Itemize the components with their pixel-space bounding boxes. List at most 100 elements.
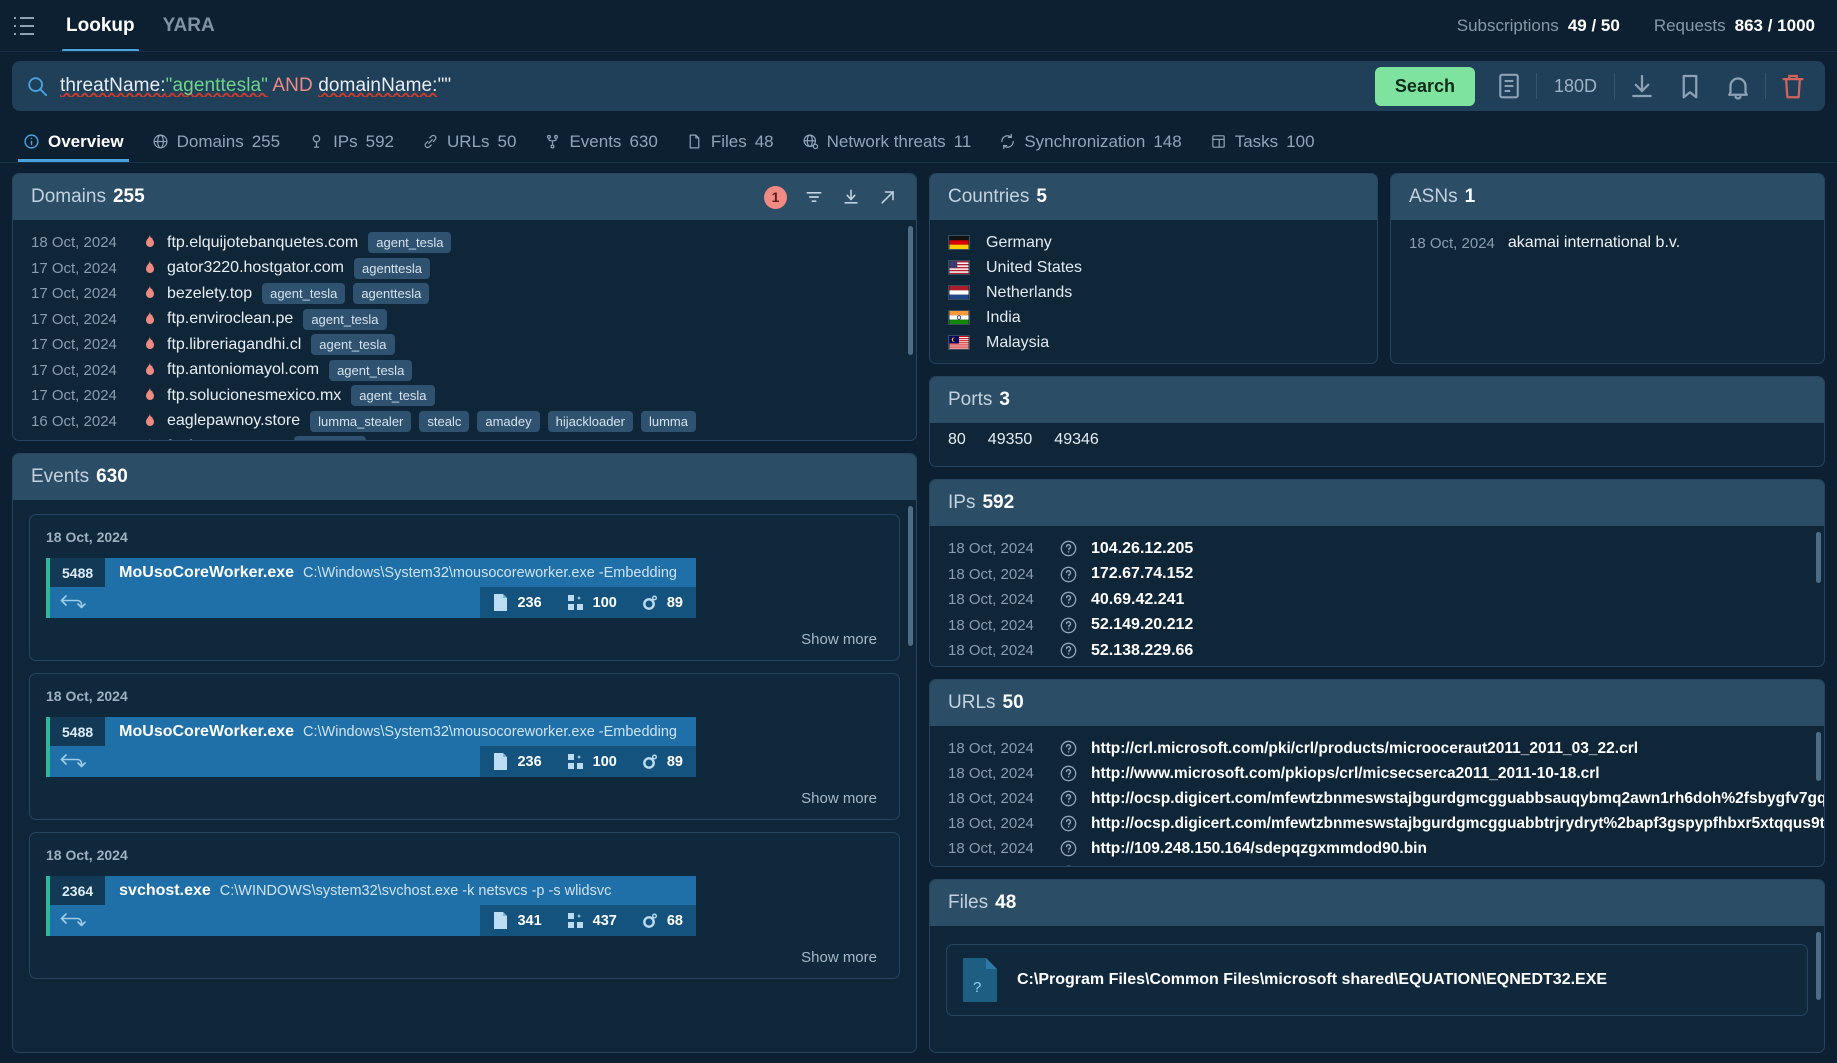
tab-overview[interactable]: Overview (10, 121, 137, 162)
bell-icon[interactable] (1723, 71, 1753, 101)
url-row[interactable]: 18 Oct, 2024 http://crl.microsoft.com/pk… (930, 736, 1824, 761)
url-row[interactable]: 18 Oct, 2024 http://ocsp.digicert.com/mf… (930, 811, 1824, 836)
search-bar[interactable]: threatName:"agenttesla" AND domainName:"… (12, 61, 1825, 111)
ip-value[interactable]: 104.26.12.205 (1091, 540, 1193, 558)
trash-icon[interactable] (1778, 71, 1808, 101)
asns-list[interactable]: 18 Oct, 2024 akamai international b.v. (1391, 220, 1824, 363)
ip-value[interactable]: 52.138.229.66 (1091, 642, 1193, 660)
domains-scrollbar[interactable] (908, 226, 913, 434)
url-row[interactable]: 18 Oct, 2024 http://ocsp.digicert.com/mf… (930, 786, 1824, 811)
domains-list[interactable]: 18 Oct, 2024 ftp.elquijotebanquetes.com … (13, 220, 916, 440)
domain-row[interactable]: 16 Oct, 2024 eaglepawnoy.store lumma_ste… (13, 409, 916, 435)
threat-tag[interactable]: agent_tesla (262, 283, 345, 304)
ip-value[interactable]: 52.149.20.212 (1091, 616, 1193, 634)
bookmark-icon[interactable] (1675, 71, 1705, 101)
threat-tag[interactable]: agent_tesla (329, 360, 412, 381)
domain-row[interactable]: 17 Oct, 2024 ftp.antoniomayol.com agent_… (13, 358, 916, 384)
url-row[interactable]: 18 Oct, 2024 http://www.microsoft.com/pk… (930, 861, 1824, 866)
threat-tag[interactable]: agent_tesla (311, 334, 394, 355)
threat-tag[interactable]: agent_tesla (351, 385, 434, 406)
countries-list[interactable]: Germany United States Netherlands India … (930, 220, 1377, 363)
ip-row[interactable]: 18 Oct, 2024 40.126.32.140 (930, 664, 1824, 667)
tab-lookup[interactable]: Lookup (52, 0, 149, 52)
show-more-button[interactable]: Show more (46, 618, 883, 650)
tab-domains[interactable]: Domains 255 (139, 121, 293, 162)
search-query[interactable]: threatName:"agenttesla" AND domainName:"… (60, 75, 1375, 97)
domain-row[interactable]: 17 Oct, 2024 ftp.libreriagandhi.cl agent… (13, 332, 916, 358)
download-icon[interactable] (1627, 71, 1657, 101)
url-value[interactable]: http://109.248.150.164/sdepqzgxmmdod90.b… (1091, 840, 1427, 858)
domain-row[interactable]: 17 Oct, 2024 ftp.enviroclean.pe agent_te… (13, 307, 916, 333)
url-value[interactable]: http://ocsp.digicert.com/mfewtzbnmeswsta… (1091, 790, 1824, 808)
threat-tag[interactable]: agent_tesla (368, 232, 451, 253)
download-icon[interactable] (841, 187, 861, 207)
events-list[interactable]: 18 Oct, 2024 5488 MoUsoCoreWorker.exe C:… (13, 500, 916, 1052)
url-value[interactable]: http://crl.microsoft.com/pki/crl/product… (1091, 740, 1638, 758)
domain-name[interactable]: bezelety.top (167, 285, 252, 303)
search-button[interactable]: Search (1375, 67, 1475, 106)
files-scrollbar[interactable] (1816, 932, 1821, 1046)
threat-tag[interactable]: amadey (477, 411, 539, 432)
domain-name[interactable]: ftp.antoniomayol.com (167, 361, 319, 379)
port-value[interactable]: 49350 (988, 431, 1033, 449)
domain-row[interactable]: 17 Oct, 2024 bezelety.top agent_teslaage… (13, 281, 916, 307)
period-selector[interactable]: 180D (1540, 76, 1611, 97)
threat-tag[interactable]: lumma (641, 411, 696, 432)
domain-name[interactable]: eaglepawnoy.store (167, 412, 300, 430)
show-more-button[interactable]: Show more (46, 936, 883, 968)
url-row[interactable]: 18 Oct, 2024 http://109.248.150.164/sdep… (930, 836, 1824, 861)
tab-network-threats[interactable]: Network threats 11 (789, 121, 985, 162)
domain-name[interactable]: ftp.libreriagandhi.cl (167, 336, 301, 354)
domain-row[interactable]: 18 Oct, 2024 ftp.elquijotebanquetes.com … (13, 230, 916, 256)
domain-name[interactable]: ftp.solucionesmexico.mx (167, 387, 341, 405)
domain-row[interactable]: 17 Oct, 2024 ftp.solucionesmexico.mx age… (13, 383, 916, 409)
threat-tag[interactable]: hijackloader (548, 411, 633, 432)
event-card[interactable]: 18 Oct, 2024 2364 svchost.exe C:\WINDOWS… (29, 832, 900, 979)
country-row[interactable]: India (930, 305, 1377, 330)
ip-value[interactable]: 40.69.42.241 (1091, 591, 1184, 609)
asn-name[interactable]: akamai international b.v. (1508, 234, 1680, 252)
url-value[interactable]: http://www.microsoft.com/pkiops/crl/micr… (1091, 865, 1824, 867)
filter-icon[interactable] (804, 187, 824, 207)
domain-row[interactable]: 16 Oct, 2024 fgainterests.com teslacrypt (13, 434, 916, 440)
tab-files[interactable]: Files 48 (673, 121, 787, 162)
event-process-block[interactable]: 5488 MoUsoCoreWorker.exe C:\Windows\Syst… (46, 558, 696, 618)
url-value[interactable]: http://ocsp.digicert.com/mfewtzbnmeswsta… (1091, 815, 1824, 833)
ip-value[interactable]: 172.67.74.152 (1091, 565, 1193, 583)
domain-name[interactable]: ftp.elquijotebanquetes.com (167, 234, 358, 252)
port-value[interactable]: 80 (948, 431, 966, 449)
threat-tag[interactable]: agenttesla (354, 258, 430, 279)
ip-row[interactable]: 18 Oct, 2024 172.67.74.152 (930, 562, 1824, 588)
country-row[interactable]: Germany (930, 230, 1377, 255)
files-list[interactable]: ? C:\Program Files\Common Files\microsof… (930, 926, 1824, 1052)
domain-row[interactable]: 17 Oct, 2024 gator3220.hostgator.com age… (13, 256, 916, 282)
country-row[interactable]: United States (930, 255, 1377, 280)
url-row[interactable]: 18 Oct, 2024 http://www.microsoft.com/pk… (930, 761, 1824, 786)
external-link-icon[interactable] (878, 187, 898, 207)
country-row[interactable]: Malaysia (930, 330, 1377, 355)
domain-name[interactable]: gator3220.hostgator.com (167, 259, 344, 277)
ports-list[interactable]: 804935049346 (930, 423, 1824, 466)
ip-row[interactable]: 18 Oct, 2024 52.138.229.66 (930, 638, 1824, 664)
urls-list[interactable]: 18 Oct, 2024 http://crl.microsoft.com/pk… (930, 726, 1824, 866)
file-row[interactable]: ? C:\Program Files\Common Files\microsof… (946, 944, 1808, 1016)
tab-events[interactable]: Events 630 (531, 121, 670, 162)
threat-tag[interactable]: agent_tesla (303, 309, 386, 330)
asn-row[interactable]: 18 Oct, 2024 akamai international b.v. (1391, 230, 1824, 256)
show-more-button[interactable]: Show more (46, 777, 883, 809)
domain-name[interactable]: ftp.enviroclean.pe (167, 310, 293, 328)
event-process-block[interactable]: 5488 MoUsoCoreWorker.exe C:\Windows\Syst… (46, 717, 696, 777)
country-row[interactable]: Netherlands (930, 280, 1377, 305)
tab-tasks[interactable]: Tasks 100 (1197, 121, 1328, 162)
event-card[interactable]: 18 Oct, 2024 5488 MoUsoCoreWorker.exe C:… (29, 673, 900, 820)
event-process-block[interactable]: 2364 svchost.exe C:\WINDOWS\system32\svc… (46, 876, 696, 936)
threat-tag[interactable]: stealc (419, 411, 469, 432)
urls-scrollbar[interactable] (1816, 732, 1821, 860)
threat-tag[interactable]: teslacrypt (294, 436, 366, 440)
url-value[interactable]: http://www.microsoft.com/pkiops/crl/mics… (1091, 765, 1600, 783)
document-icon[interactable] (1494, 71, 1524, 101)
threat-tag[interactable]: lumma_stealer (310, 411, 411, 432)
file-path[interactable]: C:\Program Files\Common Files\microsoft … (1017, 971, 1607, 989)
threat-tag[interactable]: agenttesla (353, 283, 429, 304)
event-card[interactable]: 18 Oct, 2024 5488 MoUsoCoreWorker.exe C:… (29, 514, 900, 661)
